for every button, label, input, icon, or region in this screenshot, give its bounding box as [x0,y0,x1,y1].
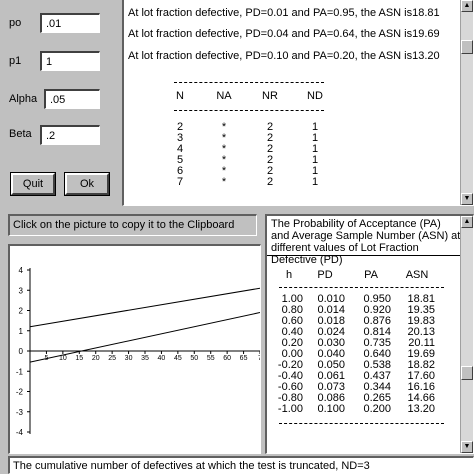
column-header: NA [216,90,232,102]
pa-table-divider [279,423,444,424]
column-header: N [176,90,184,102]
x-tick-label: 7 [258,355,261,362]
x-tick-label: 45 [174,355,182,362]
y-tick-label: 1 [19,327,24,336]
pa-col-header: h [285,269,293,281]
scroll-up-button[interactable]: ▲ [461,0,473,12]
beta-label: Beta [9,128,32,140]
alpha-input[interactable]: .05 [44,89,100,109]
p1-input[interactable]: 1 [40,51,100,71]
clipboard-hint-box: Click on the picture to copy it to the C… [8,214,257,236]
y-tick-label: 3 [19,286,24,295]
table-row: -1.00 0.100 0.200 13.20 [273,404,435,415]
status-bar: The cumulative number of defectives at w… [8,456,474,474]
table-cell: -1.00 [277,403,303,415]
table-divider [174,82,324,83]
table-cell: 0.200 [363,403,391,415]
po-input[interactable]: .01 [40,13,100,33]
x-tick-label: 55 [207,355,215,362]
pa-col-header: ASN [405,269,429,281]
results-scrollbar[interactable]: ▲ ▼ [460,0,473,205]
scroll-down-button[interactable]: ▼ [461,193,473,205]
table-divider [174,110,324,111]
x-tick-label: 60 [223,355,231,362]
chart-area[interactable]: 43210-1-2-3-451015202530354045505560657 [8,244,261,454]
scroll-thumb[interactable] [461,40,473,54]
y-tick-label: -4 [16,428,24,437]
result-line: At lot fraction defective, PD=0.01 and P… [128,7,440,19]
y-tick-label: -2 [16,388,24,397]
result-cell: 2 [266,176,274,188]
ok-button[interactable]: Ok [64,172,110,196]
table-cell: 0.100 [317,403,345,415]
result-line: At lot fraction defective, PD=0.10 and P… [128,50,440,62]
x-tick-label: 30 [125,355,133,362]
y-tick-label: -3 [16,408,24,417]
result-cell: 7 [176,176,184,188]
y-tick-label: 4 [19,266,24,275]
pa-col-header: PA [364,269,378,281]
po-label: po [9,17,22,29]
x-tick-label: 25 [108,355,116,362]
title-underline [267,255,462,256]
pa-col-header: PD [317,269,333,281]
chart-plot[interactable]: 43210-1-2-3-451015202530354045505560657 [10,246,261,454]
alpha-label: Alpha [9,93,38,105]
x-tick-label: 40 [158,355,166,362]
y-tick-label: 0 [19,347,24,356]
x-tick-label: 20 [92,355,100,362]
clipboard-hint: Click on the picture to copy it to the C… [13,219,235,231]
pa-table-title: The Probability of Acceptance (PA) and A… [271,218,461,266]
x-tick-label: 50 [190,355,198,362]
x-tick-label: 65 [240,355,248,362]
result-line: At lot fraction defective, PD=0.04 and P… [128,28,440,40]
series-line [29,287,260,328]
column-header: ND [307,90,323,102]
p1-label: p1 [9,55,22,67]
y-tick-label: -1 [16,367,24,376]
beta-input[interactable]: .2 [40,125,100,145]
pa-table-panel[interactable]: The Probability of Acceptance (PA) and A… [265,214,474,454]
scroll-up-button[interactable]: ▲ [461,216,473,228]
results-panel[interactable]: At lot fraction defective, PD=0.01 and P… [122,0,474,206]
x-tick-label: 35 [141,355,149,362]
x-tick-label: 15 [75,355,83,362]
scroll-thumb[interactable] [461,366,473,380]
table-cell: 13.20 [407,403,435,415]
result-cell: 1 [311,176,319,188]
result-cell: * [221,176,227,188]
y-tick-label: 2 [19,307,24,316]
status-text: The cumulative number of defectives at w… [13,460,370,472]
pa-table: 1.00 0.010 0.950 18.81 0.80 0.014 0.920 19.35 0.… [273,294,435,415]
column-header: NR [262,90,278,102]
quit-button[interactable]: Quit [10,172,56,196]
pa-table-scrollbar[interactable]: ▲ ▼ [460,216,473,453]
pa-table-divider [279,287,444,288]
scroll-down-button[interactable]: ▼ [461,441,473,453]
